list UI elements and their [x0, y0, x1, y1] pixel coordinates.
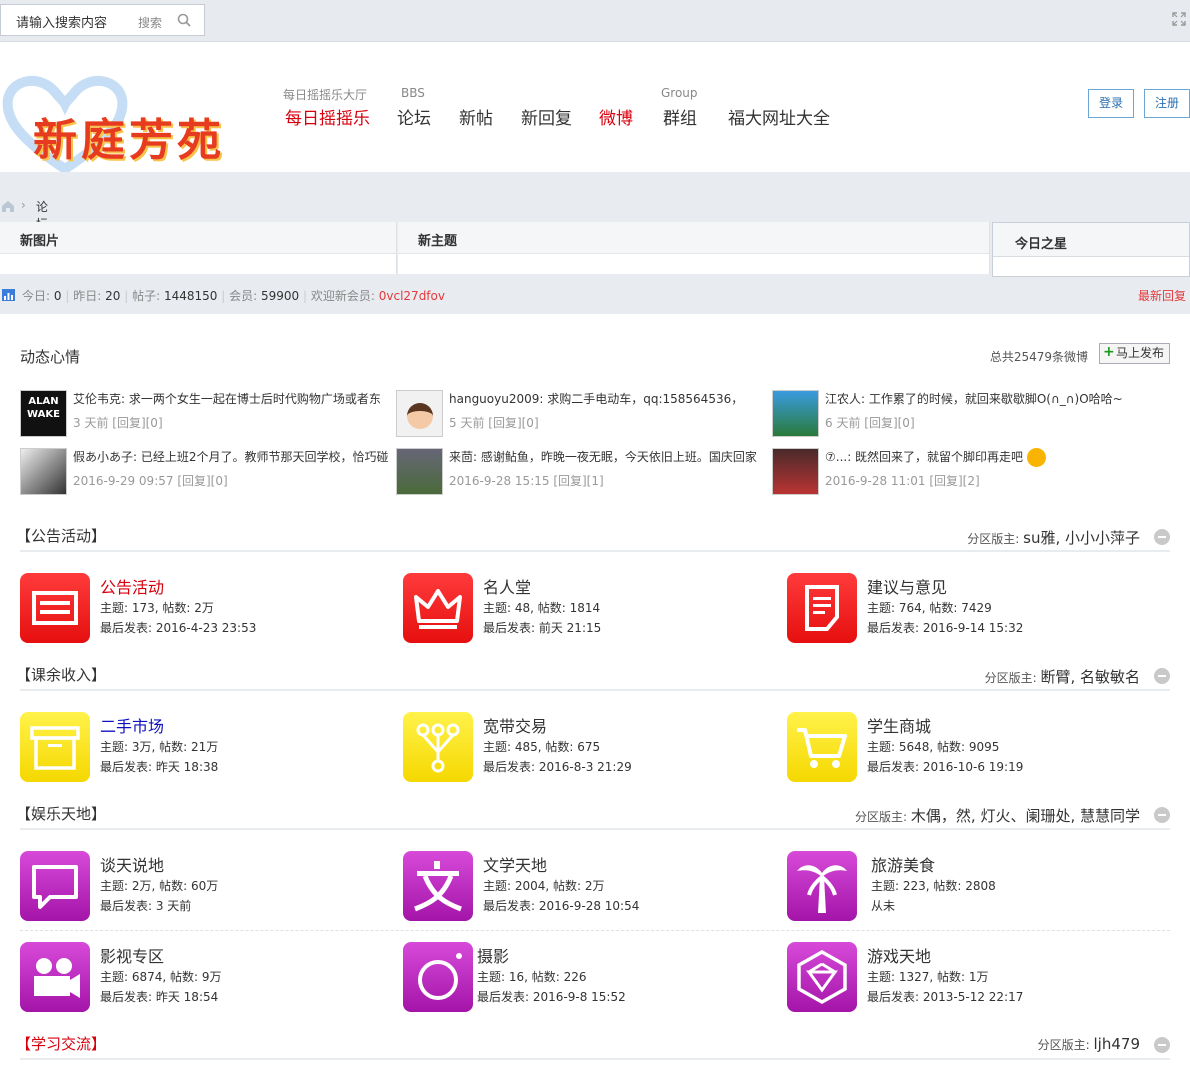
- mood-section-header: 动态心情 总共25479条微博: [20, 340, 1170, 370]
- forum-item[interactable]: 学生商城 主题: 5648, 帖数: 9095 最后发表: 2016-10-6 …: [787, 712, 1157, 784]
- section-header-announcements: 【公告活动】 分区版主: su雅, 小小小萍子: [16, 519, 1170, 549]
- section-header-study: 【学习交流】 分区版主: ljh479: [16, 1027, 1170, 1057]
- forum-item[interactable]: 旅游美食 主题: 223, 帖数: 2808 从未: [787, 851, 1157, 923]
- collapse-icon[interactable]: [1154, 1037, 1170, 1053]
- forum-item[interactable]: 摄影 主题: 16, 帖数: 226 最后发表: 2016-9-8 15:52: [403, 942, 773, 1014]
- fullscreen-icon[interactable]: [1172, 12, 1186, 26]
- section-moderators: 分区版主: 断臂, 名敏敏名: [984, 668, 1140, 686]
- chat-bubble-icon[interactable]: [20, 851, 90, 921]
- avatar[interactable]: [772, 390, 819, 437]
- literature-wen-icon[interactable]: [403, 851, 473, 921]
- search-icon[interactable]: [177, 13, 191, 27]
- avatar[interactable]: [396, 390, 443, 437]
- forum-item[interactable]: 名人堂 主题: 48, 帖数: 1814 最后发表: 前天 21:15: [403, 573, 773, 645]
- publish-button[interactable]: 马上发布: [1099, 343, 1170, 364]
- forum-item[interactable]: 宽带交易 主题: 485, 帖数: 675 最后发表: 2016-8-3 21:…: [403, 712, 773, 784]
- collapse-icon[interactable]: [1154, 668, 1170, 684]
- latest-reply-link[interactable]: 最新回复: [1138, 287, 1186, 304]
- forum-item[interactable]: 建议与意见 主题: 764, 帖数: 7429 最后发表: 2016-9-14 …: [787, 573, 1157, 645]
- box-icon[interactable]: [20, 712, 90, 782]
- avatar[interactable]: ALAN WAKE: [20, 390, 67, 437]
- mood-title[interactable]: 动态心情: [20, 346, 80, 367]
- search-box[interactable]: 请输入搜索内容 搜索: [0, 4, 205, 36]
- mood-item[interactable]: ALAN WAKE 艾伦韦克: 求一两个女生一起在博士后时代购物广场或者东 3 天…: [20, 390, 396, 440]
- site-logo[interactable]: 新庭芳苑: [0, 70, 250, 180]
- tab-todays-star[interactable]: 今日之星: [992, 222, 1190, 277]
- section-header-entertainment: 【娱乐天地】 分区版主: 木偶，然, 灯火、阑珊处, 慧慧同学: [16, 797, 1170, 827]
- search-button[interactable]: 搜索: [138, 14, 162, 31]
- home-icon[interactable]: [0, 198, 16, 214]
- avatar[interactable]: [20, 448, 67, 495]
- section-moderators: 分区版主: ljh479: [1037, 1035, 1140, 1053]
- mood-item[interactable]: 江农人: 工作累了的时候，就回来歇歇脚O(∩_∩)O哈哈~ 6 天前 [回复][…: [772, 390, 1148, 440]
- mood-item[interactable]: 假あ小あ子: 已经上班2个月了。教师节那天回学校，恰巧碰 2016-9-29 0…: [20, 448, 396, 498]
- palm-tree-icon[interactable]: [787, 851, 857, 921]
- newest-member-link[interactable]: 0vcl27dfov: [379, 289, 445, 303]
- crown-icon[interactable]: [403, 573, 473, 643]
- top-bar: 请输入搜索内容 搜索: [0, 0, 1190, 42]
- section-moderators: 分区版主: 木偶，然, 灯火、阑珊处, 慧慧同学: [855, 807, 1140, 825]
- login-button[interactable]: 登录: [1088, 89, 1134, 118]
- forum-item[interactable]: 公告活动 主题: 173, 帖数: 2万 最后发表: 2016-4-23 23:…: [20, 573, 390, 645]
- avatar[interactable]: [396, 448, 443, 495]
- collapse-icon[interactable]: [1154, 807, 1170, 823]
- register-button[interactable]: 注册: [1144, 89, 1190, 118]
- section-header-income: 【课余收入】 分区版主: 断臂, 名敏敏名: [16, 658, 1170, 688]
- section-title[interactable]: 【课余收入】: [16, 664, 106, 685]
- section-title[interactable]: 【娱乐天地】: [16, 803, 106, 824]
- game-gem-icon[interactable]: [787, 942, 857, 1012]
- forum-stats: 今日: 0 | 昨日: 20 | 帖子: 1448150 | 会员: 59900…: [0, 286, 1190, 306]
- mood-total: 总共25479条微博: [989, 350, 1088, 364]
- section-title[interactable]: 【学习交流】: [16, 1033, 106, 1054]
- grin-emoji-icon: [1026, 448, 1046, 467]
- mood-item[interactable]: ⑦...: 既然回来了，就留个脚印再走吧 2016-9-28 11:01 [回复…: [772, 448, 1148, 498]
- collapse-icon[interactable]: [1154, 529, 1170, 545]
- shopping-cart-icon[interactable]: [787, 712, 857, 782]
- logo-text: 新庭芳苑: [33, 115, 225, 166]
- forum-item[interactable]: 影视专区 主题: 6874, 帖数: 9万 最后发表: 昨天 18:54: [20, 942, 390, 1014]
- forum-item[interactable]: 二手市场 主题: 3万, 帖数: 21万 最后发表: 昨天 18:38: [20, 712, 390, 784]
- section-title[interactable]: 【公告活动】: [16, 525, 106, 546]
- tab-new-topics[interactable]: 新主题: [398, 222, 990, 274]
- forum-item[interactable]: 文学天地 主题: 2004, 帖数: 2万 最后发表: 2016-9-28 10…: [403, 851, 773, 923]
- mood-item[interactable]: hanguoyu2009: 求购二手电动车，qq:158564536， 5 天前…: [396, 390, 772, 440]
- search-input[interactable]: 请输入搜索内容: [16, 12, 107, 31]
- section-moderators: 分区版主: su雅, 小小小萍子: [967, 529, 1140, 547]
- mood-item[interactable]: 来茴: 感谢鲇鱼，昨晚一夜无眠，今天依旧上班。国庆回家 2016-9-28 15…: [396, 448, 772, 498]
- breadcrumb-separator-icon: ›: [21, 198, 26, 212]
- camera-lens-icon[interactable]: [403, 942, 473, 1012]
- site-header: 新庭芳苑 每日摇摇乐大厅 每日摇摇乐 BBS 论坛 新帖 新回复 微博 Grou…: [0, 42, 1190, 174]
- document-icon[interactable]: [787, 573, 857, 643]
- announcement-icon[interactable]: [20, 573, 90, 643]
- avatar[interactable]: [772, 448, 819, 495]
- movie-camera-icon[interactable]: [20, 942, 90, 1012]
- tab-new-pictures[interactable]: 新图片: [0, 222, 397, 274]
- network-fork-icon[interactable]: [403, 712, 473, 782]
- stats-chart-icon: [2, 289, 15, 301]
- forum-item[interactable]: 谈天说地 主题: 2万, 帖数: 60万 最后发表: 3 天前: [20, 851, 390, 923]
- forum-item[interactable]: 游戏天地 主题: 1327, 帖数: 1万 最后发表: 2013-5-12 22…: [787, 942, 1157, 1014]
